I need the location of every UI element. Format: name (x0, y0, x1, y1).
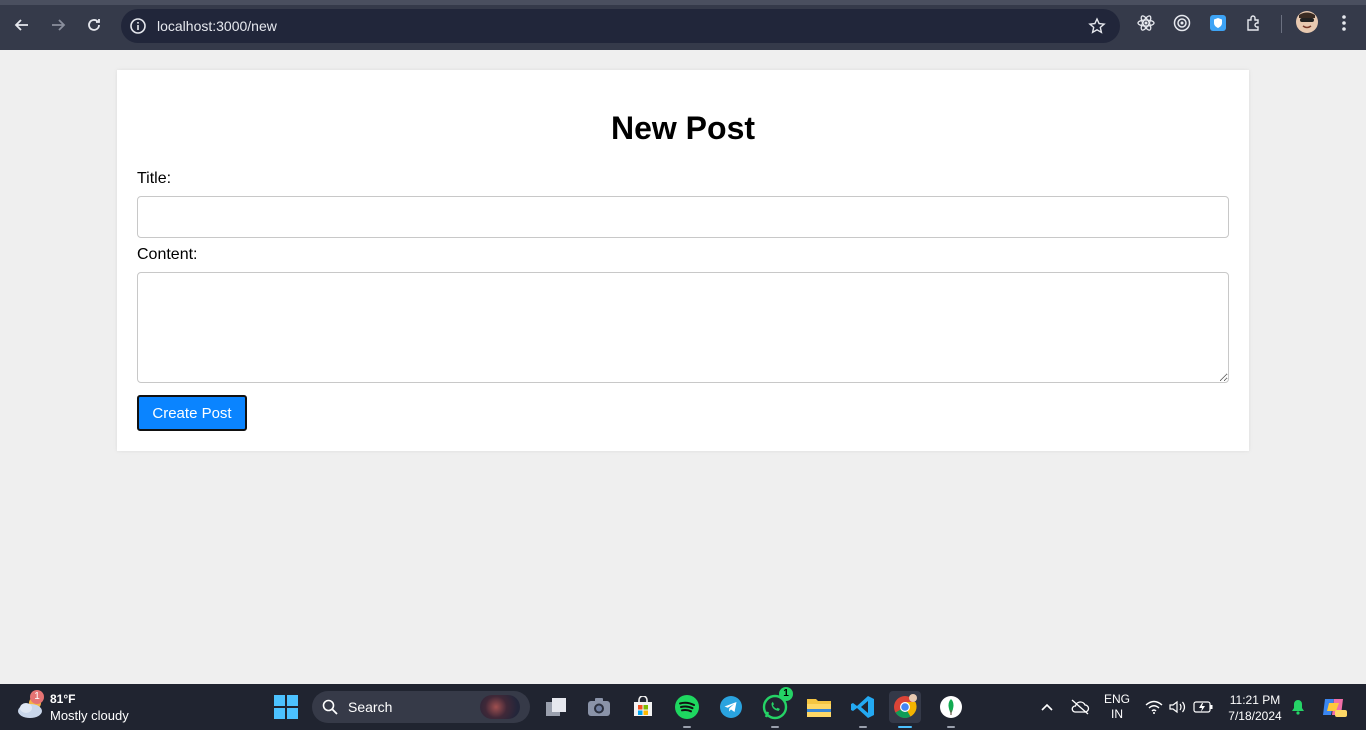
address-bar[interactable]: localhost:3000/new (121, 9, 1120, 43)
extensions-puzzle-icon[interactable] (1244, 13, 1264, 33)
running-indicator (771, 726, 779, 728)
url-text[interactable]: localhost:3000/new (157, 18, 277, 34)
windows-taskbar: 1 81°F Mostly cloudy Search 1 ENG IN 11:… (0, 684, 1366, 730)
start-button[interactable] (270, 691, 302, 723)
forward-button[interactable] (44, 11, 72, 39)
clock[interactable]: 11:21 PM 7/18/2024 (1222, 692, 1288, 724)
volume-icon[interactable] (1168, 684, 1188, 730)
toolbar-separator (1281, 15, 1282, 33)
copilot-icon[interactable] (1318, 684, 1350, 730)
clock-date: 7/18/2024 (1228, 709, 1282, 723)
content-textarea[interactable] (137, 272, 1229, 383)
chevron-up-icon (1041, 703, 1053, 711)
wifi-icon[interactable] (1144, 684, 1164, 730)
microsoft-store-icon[interactable] (627, 691, 659, 723)
taskbar-search[interactable]: Search (312, 691, 530, 723)
weather-temperature: 81°F (50, 692, 76, 706)
title-input[interactable] (137, 196, 1229, 238)
whatsapp-icon[interactable]: 1 (759, 687, 793, 728)
forward-arrow-icon (52, 19, 66, 31)
chrome-taskbar-icon[interactable] (889, 691, 921, 728)
running-indicator (947, 726, 955, 728)
browser-toolbar: localhost:3000/new (0, 0, 1366, 50)
back-button[interactable] (8, 11, 36, 39)
shield-extension-icon[interactable] (1208, 13, 1228, 33)
camera-app-icon[interactable] (583, 691, 615, 723)
search-label: Search (348, 699, 393, 715)
mongodb-compass-icon[interactable] (935, 691, 967, 728)
back-arrow-icon (14, 19, 28, 31)
react-devtools-icon[interactable] (1136, 13, 1156, 33)
telegram-icon[interactable] (715, 691, 747, 723)
region-code: IN (1111, 707, 1123, 721)
cloud-offline-icon[interactable] (1068, 684, 1092, 730)
file-explorer-icon[interactable] (803, 691, 835, 723)
clock-time: 11:21 PM (1229, 693, 1281, 707)
profile-avatar-icon[interactable] (1296, 11, 1318, 33)
vscode-icon[interactable] (847, 691, 879, 728)
windows-logo-icon (274, 695, 298, 719)
bookmark-star-icon[interactable] (1088, 17, 1106, 35)
site-info-icon[interactable] (129, 17, 147, 35)
notification-bell-icon[interactable] (1290, 684, 1306, 730)
create-post-button[interactable]: Create Post (137, 395, 247, 431)
running-indicator (859, 726, 867, 728)
language-code: ENG (1103, 692, 1130, 706)
task-view-icon[interactable] (540, 691, 572, 723)
spotify-icon[interactable] (671, 691, 703, 728)
active-indicator (898, 726, 912, 728)
language-indicator[interactable]: ENG IN (1100, 684, 1134, 730)
search-highlight-image (480, 695, 520, 719)
running-indicator (683, 726, 691, 728)
battery-icon[interactable] (1192, 684, 1214, 730)
page-title: New Post (610, 110, 756, 146)
reload-icon (88, 19, 100, 31)
new-post-card: New Post Title: Content: Create Post (117, 70, 1249, 451)
weather-condition: Mostly cloudy (50, 708, 129, 723)
weather-badge: 1 (30, 690, 44, 704)
target-extension-icon[interactable] (1172, 13, 1192, 33)
chrome-menu-icon[interactable] (1334, 13, 1354, 33)
show-hidden-icons-button[interactable] (1036, 684, 1058, 730)
title-label: Title: (137, 170, 172, 187)
whatsapp-notification-badge: 1 (779, 687, 793, 701)
weather-widget[interactable]: 1 81°F Mostly cloudy (16, 690, 166, 724)
content-label: Content: (137, 246, 198, 263)
search-icon (322, 699, 338, 715)
reload-button[interactable] (80, 11, 108, 39)
